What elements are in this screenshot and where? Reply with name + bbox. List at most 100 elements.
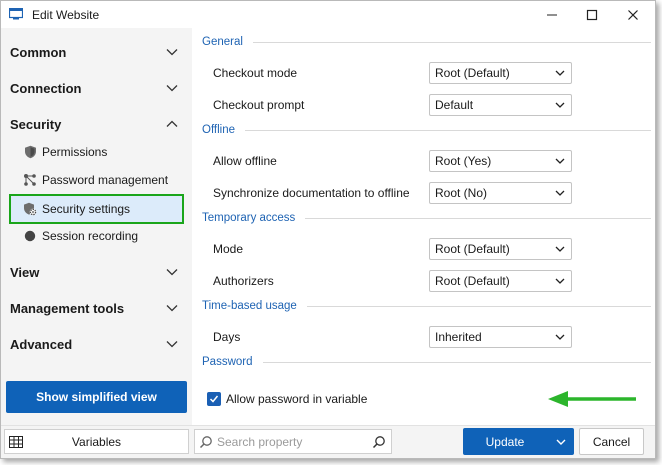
shield-gear-icon bbox=[23, 202, 37, 216]
section-divider bbox=[262, 361, 651, 363]
update-options-button[interactable] bbox=[547, 428, 574, 455]
bottom-bar: Variables Search property Update Cancel bbox=[1, 425, 655, 458]
select-value: Root (Default) bbox=[435, 274, 510, 288]
mode-label: Mode bbox=[213, 242, 244, 256]
variables-button[interactable]: Variables bbox=[4, 429, 189, 454]
grid-icon bbox=[9, 436, 23, 448]
select-value: Root (Default) bbox=[435, 66, 510, 80]
checkbox-label: Allow password in variable bbox=[226, 392, 368, 406]
chevron-down-icon bbox=[555, 246, 565, 252]
sidebar-item-label: Security settings bbox=[42, 202, 131, 216]
checkout-prompt-select[interactable]: Default bbox=[429, 94, 572, 116]
category-common[interactable]: Common bbox=[1, 38, 192, 66]
select-value: Root (No) bbox=[435, 186, 488, 200]
chevron-down-icon bbox=[166, 305, 178, 312]
section-divider bbox=[252, 41, 651, 43]
category-connection[interactable]: Connection bbox=[1, 74, 192, 102]
section-heading: General bbox=[202, 36, 243, 48]
chevron-down-icon bbox=[556, 439, 565, 445]
category-security[interactable]: Security bbox=[1, 110, 192, 138]
maximize-icon bbox=[586, 9, 598, 20]
close-button[interactable] bbox=[615, 1, 651, 28]
section-heading: Password bbox=[202, 356, 253, 368]
sidebar-item-label: Session recording bbox=[42, 229, 139, 243]
section-divider bbox=[305, 217, 651, 219]
checkout-mode-select[interactable]: Root (Default) bbox=[429, 62, 572, 84]
select-value: Inherited bbox=[435, 330, 482, 344]
sidebar-item-permissions[interactable]: Permissions bbox=[9, 139, 184, 165]
select-value: Root (Default) bbox=[435, 242, 510, 256]
property-panel: General Checkout mode Root (Default) Che… bbox=[194, 28, 655, 425]
category-label: Advanced bbox=[10, 336, 73, 352]
sync-documentation-select[interactable]: Root (No) bbox=[429, 182, 572, 204]
authorizers-label: Authorizers bbox=[213, 274, 274, 288]
category-view[interactable]: View bbox=[1, 258, 192, 286]
sidebar-item-session-recording[interactable]: Session recording bbox=[9, 223, 184, 249]
sidebar: Common Connection Security Permissions P… bbox=[1, 28, 192, 425]
chevron-down-icon bbox=[555, 334, 565, 340]
category-label: Management tools bbox=[10, 300, 125, 316]
allow-password-in-variable-option[interactable]: Allow password in variable bbox=[207, 390, 367, 408]
section-heading: Time-based usage bbox=[202, 300, 297, 312]
allow-offline-select[interactable]: Root (Yes) bbox=[429, 150, 572, 172]
close-icon bbox=[628, 9, 638, 20]
chevron-down-icon bbox=[555, 158, 565, 164]
show-simplified-view-button[interactable]: Show simplified view bbox=[6, 381, 187, 413]
days-select[interactable]: Inherited bbox=[429, 326, 572, 348]
category-label: Common bbox=[10, 44, 67, 60]
sidebar-item-label: Permissions bbox=[42, 145, 108, 159]
category-advanced[interactable]: Advanced bbox=[1, 330, 192, 358]
section-offline: Offline bbox=[202, 121, 651, 139]
search-property-input[interactable]: Search property bbox=[194, 429, 392, 454]
category-label: View bbox=[10, 264, 40, 280]
checkmark-icon bbox=[209, 395, 219, 403]
mode-select[interactable]: Root (Default) bbox=[429, 238, 572, 260]
window-title: Edit Website bbox=[32, 8, 100, 22]
maximize-button[interactable] bbox=[574, 1, 610, 28]
app-window-icon bbox=[9, 8, 23, 20]
chevron-down-icon bbox=[555, 190, 565, 196]
shield-icon bbox=[23, 145, 37, 159]
title-bar: Edit Website bbox=[1, 1, 655, 28]
chevron-down-icon bbox=[166, 269, 178, 276]
cancel-button[interactable]: Cancel bbox=[579, 428, 644, 455]
share-nodes-icon bbox=[23, 173, 37, 187]
update-split-button: Update bbox=[463, 428, 574, 455]
minimize-button[interactable] bbox=[534, 1, 570, 28]
category-management-tools[interactable]: Management tools bbox=[1, 294, 192, 322]
search-icon bbox=[199, 436, 212, 449]
section-heading: Offline bbox=[202, 124, 236, 136]
authorizers-select[interactable]: Root (Default) bbox=[429, 270, 572, 292]
edit-website-window: Edit Website Common Connection Security bbox=[0, 0, 656, 459]
record-dot-icon bbox=[23, 229, 37, 243]
sidebar-item-label: Password management bbox=[42, 173, 169, 187]
minimize-icon bbox=[547, 14, 557, 15]
chevron-down-icon bbox=[555, 70, 565, 76]
days-label: Days bbox=[213, 330, 241, 344]
select-value: Root (Yes) bbox=[435, 154, 492, 168]
section-heading: Temporary access bbox=[202, 212, 296, 224]
section-password: Password bbox=[202, 353, 651, 371]
section-general: General bbox=[202, 33, 651, 51]
chevron-down-icon bbox=[166, 341, 178, 348]
checkout-prompt-label: Checkout prompt bbox=[213, 98, 305, 112]
search-placeholder: Search property bbox=[217, 434, 303, 449]
section-divider bbox=[245, 129, 651, 131]
sync-documentation-label: Synchronize documentation to offline bbox=[213, 186, 410, 200]
find-icon[interactable] bbox=[372, 435, 386, 449]
annotation-arrow-icon bbox=[548, 391, 636, 407]
chevron-up-icon bbox=[166, 120, 178, 127]
chevron-down-icon bbox=[166, 49, 178, 56]
chevron-down-icon bbox=[555, 102, 565, 108]
section-temporary-access: Temporary access bbox=[202, 209, 651, 227]
category-label: Security bbox=[10, 116, 62, 132]
sidebar-item-password-management[interactable]: Password management bbox=[9, 167, 184, 193]
section-divider bbox=[306, 305, 651, 307]
checkout-mode-label: Checkout mode bbox=[213, 66, 298, 80]
section-time-based-usage: Time-based usage bbox=[202, 297, 651, 315]
category-label: Connection bbox=[10, 80, 82, 96]
sidebar-item-security-settings[interactable]: Security settings bbox=[9, 194, 184, 224]
allow-password-in-variable-checkbox[interactable] bbox=[207, 392, 221, 406]
update-button[interactable]: Update bbox=[463, 428, 547, 455]
variables-label: Variables bbox=[71, 434, 122, 449]
